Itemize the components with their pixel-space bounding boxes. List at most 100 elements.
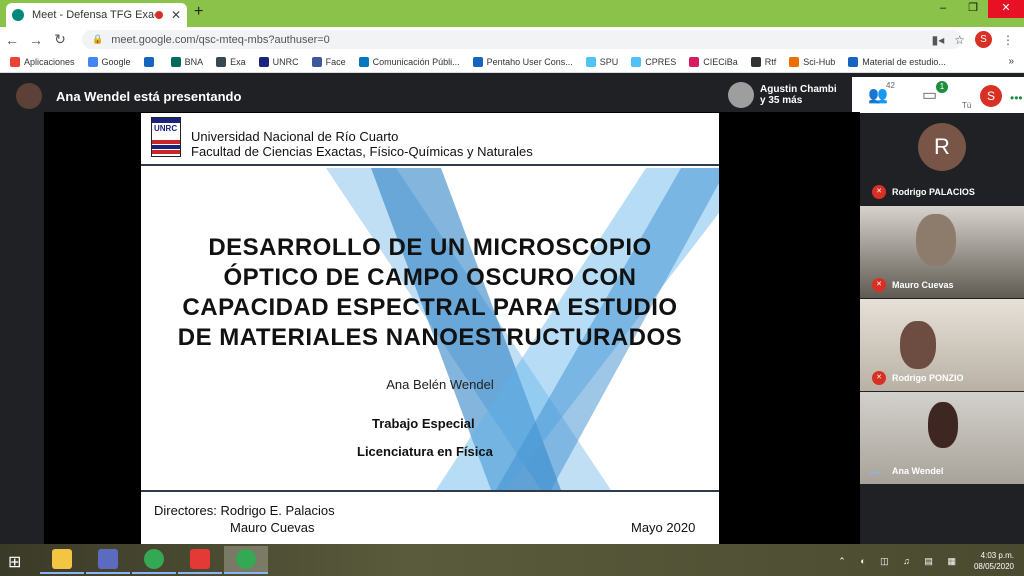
bookmark-item[interactable]: Exa [216,57,246,67]
bookmark-label: Material de estudio... [862,57,946,67]
participant-avatar [728,82,754,108]
taskbar-chrome-active-button[interactable] [224,546,268,574]
bookmark-label: Exa [230,57,246,67]
slide-co-director: Mauro Cuevas [230,520,315,535]
meet-top-controls: 👥 42 ▭ 1 Tú S ••• [852,77,1024,113]
chrome-icon [144,549,164,569]
bookmark-item[interactable]: SPU [585,57,619,67]
presenter-banner: Ana Wendel está presentando [16,83,241,109]
bookmark-item[interactable] [143,57,158,67]
clock-date: 08/05/2020 [973,562,1014,571]
people-icon[interactable]: 👥 [868,85,888,105]
bookmark-label: Sci-Hub [803,57,836,67]
lock-icon: 🔒 [92,34,104,44]
others-count-text: y 35 más [760,95,803,106]
bookmark-favicon-icon [10,57,20,67]
participant-name: Rodrigo PONZIO [892,373,964,383]
camera-icon[interactable]: ▮◂ [932,33,945,47]
bookmark-label: Face [325,57,346,67]
calendar-app-icon [98,549,118,569]
slide-title-line: CAPACIDAD ESPECTRAL PARA ESTUDIO [182,294,678,321]
other-participant-name: Agustin Chambi [760,84,837,95]
bookmark-label: CPRES [645,57,677,67]
unrc-logo: UNRC [151,117,181,157]
logo-text: UNRC [154,124,178,133]
file-explorer-icon [52,549,72,569]
back-arrow-icon[interactable]: ← [0,32,24,48]
participant-tile-rodrigo-ponzio[interactable]: ✕ Rodrigo PONZIO [860,299,1024,391]
chat-icon[interactable]: ▭ [922,85,937,105]
tab-title: Meet - Defensa TFG Exactas [32,9,155,21]
menu-kebab-icon[interactable]: ⋮ [1002,33,1014,47]
tray-icons[interactable]: ⌃ ◐ ◫ ♫ ▤ ▦ [838,556,962,567]
taskbar-file-explorer-button[interactable] [40,546,84,574]
participant-name: Rodrigo PALACIOS [892,187,975,197]
bookmark-item[interactable]: UNRC [258,57,299,67]
bookmark-favicon-icon [143,57,154,67]
bookmark-item[interactable]: Google [87,57,131,67]
maximize-button[interactable]: ❐ [958,0,988,18]
taskbar-chrome-button[interactable] [132,546,176,574]
participant-tile-ana-wendel[interactable]: ••• Ana Wendel [860,392,1024,484]
bookmark-favicon-icon [87,57,98,67]
bookmark-label: SPU [599,57,619,67]
url-field[interactable]: 🔒 meet.google.com/qsc-mteq-mbs?authuser=… [82,30,962,49]
presenter-text: Ana Wendel está presentando [56,88,242,104]
bookmark-favicon-icon [848,57,859,67]
bookmark-favicon-icon [311,57,322,67]
bookmark-label: Comunicación Públi... [372,57,460,67]
bookmark-item[interactable]: Sci-Hub [789,57,835,67]
participants-count: 42 [886,81,895,90]
taskbar-calendar-app-button[interactable] [86,546,130,574]
close-window-button[interactable]: ✕ [988,0,1024,18]
recording-dot-icon [154,11,163,19]
meet-favicon-icon [12,9,24,21]
more-options-icon[interactable]: ••• [1010,91,1023,105]
slide-title: DESARROLLO DE UN MICROSCOPIO ÓPTICO DE C… [151,233,709,353]
clock[interactable]: 4:03 p.m. 08/05/2020 [974,550,1014,572]
presenter-avatar [16,83,42,109]
window-controls: – ❐ ✕ [928,0,1024,18]
new-tab-button[interactable]: + [194,3,203,21]
tab-close-icon[interactable]: ✕ [171,8,181,22]
slide-faculty-name: Facultad de Ciencias Exactas, Físico-Quí… [191,144,533,159]
tab-meet[interactable]: Meet - Defensa TFG Exactas ✕ [6,3,187,27]
slide-directors: Directores: Rodrigo E. Palacios [154,503,335,518]
bookmark-label: BNA [184,57,204,67]
other-participants-chip[interactable]: Agustin Chambi y 35 más [724,77,847,113]
bookmark-item[interactable]: Aplicaciones [10,57,75,67]
bookmark-item[interactable]: Rtf [750,57,777,67]
chat-badge: 1 [936,81,948,93]
reload-icon[interactable]: ↻ [48,31,72,48]
bookmark-favicon-icon [258,57,269,67]
bookmark-favicon-icon [358,57,369,67]
bookmark-item[interactable]: Face [311,57,346,67]
participant-name: Ana Wendel [892,466,944,476]
presentation-slide: UNRC Universidad Nacional de Río Cuarto … [141,113,719,546]
bookmark-label: Rtf [764,57,777,67]
participant-tile-rodrigo-palacios[interactable]: R ✕ Rodrigo PALACIOS [860,113,1024,205]
self-avatar[interactable]: S [980,85,1002,107]
taskbar-acrobat-button[interactable] [178,546,222,574]
bookmark-item[interactable]: Comunicación Públi... [358,57,460,67]
url-text: meet.google.com/qsc-mteq-mbs?authuser=0 [111,33,330,46]
participant-name: Mauro Cuevas [892,280,954,290]
participant-initial-avatar: R [918,123,966,171]
bookmark-item[interactable]: CPRES [631,57,676,67]
bookmark-item[interactable]: CIECiBa [689,57,738,67]
participant-tile-mauro-cuevas[interactable]: ✕ Mauro Cuevas [860,206,1024,298]
bookmark-item[interactable]: Material de estudio... [848,57,946,67]
bookmarks-overflow-icon[interactable]: » [1008,56,1014,67]
bookmark-favicon-icon [750,57,761,67]
slide-work-type: Trabajo Especial [372,416,475,431]
slide-university-name: Universidad Nacional de Río Cuarto [191,129,399,144]
bookmark-item[interactable]: BNA [170,57,204,67]
slide-title-line: DE MATERIALES NANOESTRUCTURADOS [177,324,683,351]
profile-avatar[interactable]: S [975,31,992,48]
minimize-button[interactable]: – [928,0,958,18]
star-icon[interactable]: ☆ [954,33,965,47]
windows-start-icon[interactable]: ⊞ [8,552,21,572]
slide-title-line: DESARROLLO DE UN MICROSCOPIO [208,234,652,261]
bookmark-item[interactable]: Pentaho User Cons... [472,57,573,67]
forward-arrow-icon[interactable]: → [24,32,48,48]
